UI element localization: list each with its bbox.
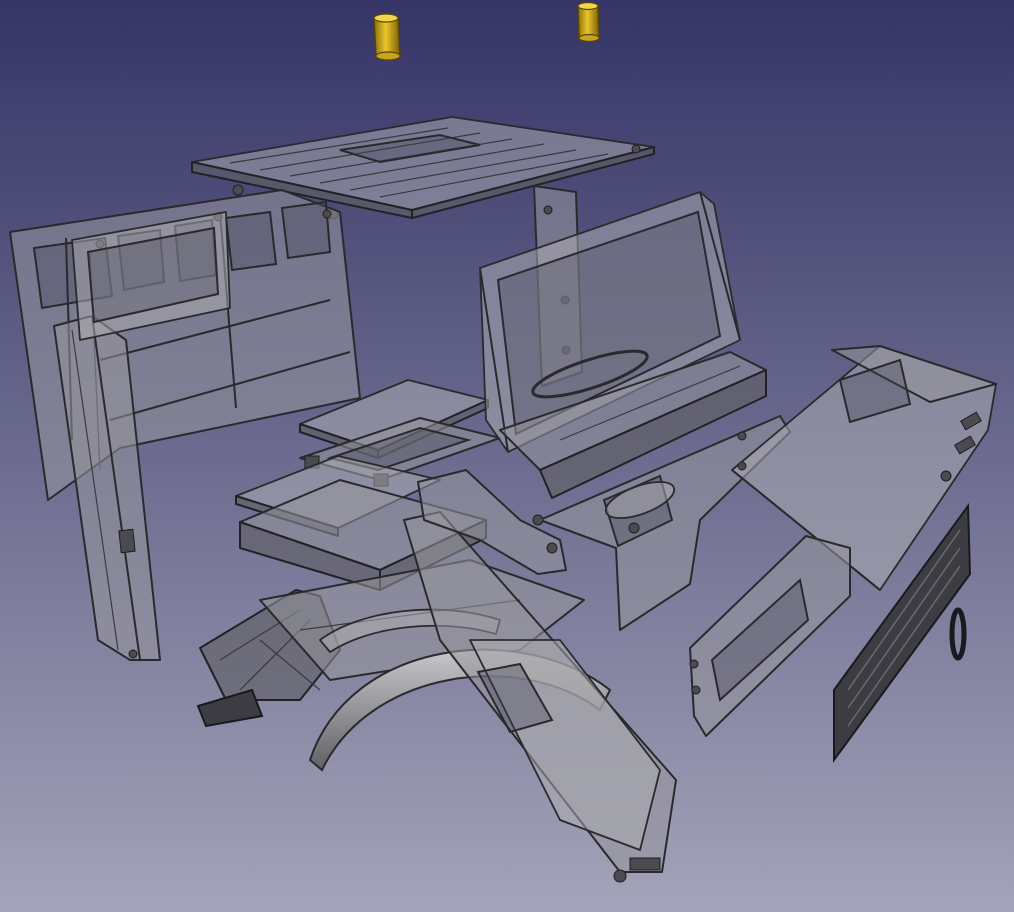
model-view[interactable] bbox=[0, 0, 1014, 912]
gold-bushing-left[interactable] bbox=[373, 13, 401, 61]
3d-viewport[interactable] bbox=[0, 0, 1014, 912]
gold-bushing-right[interactable] bbox=[577, 1, 600, 43]
